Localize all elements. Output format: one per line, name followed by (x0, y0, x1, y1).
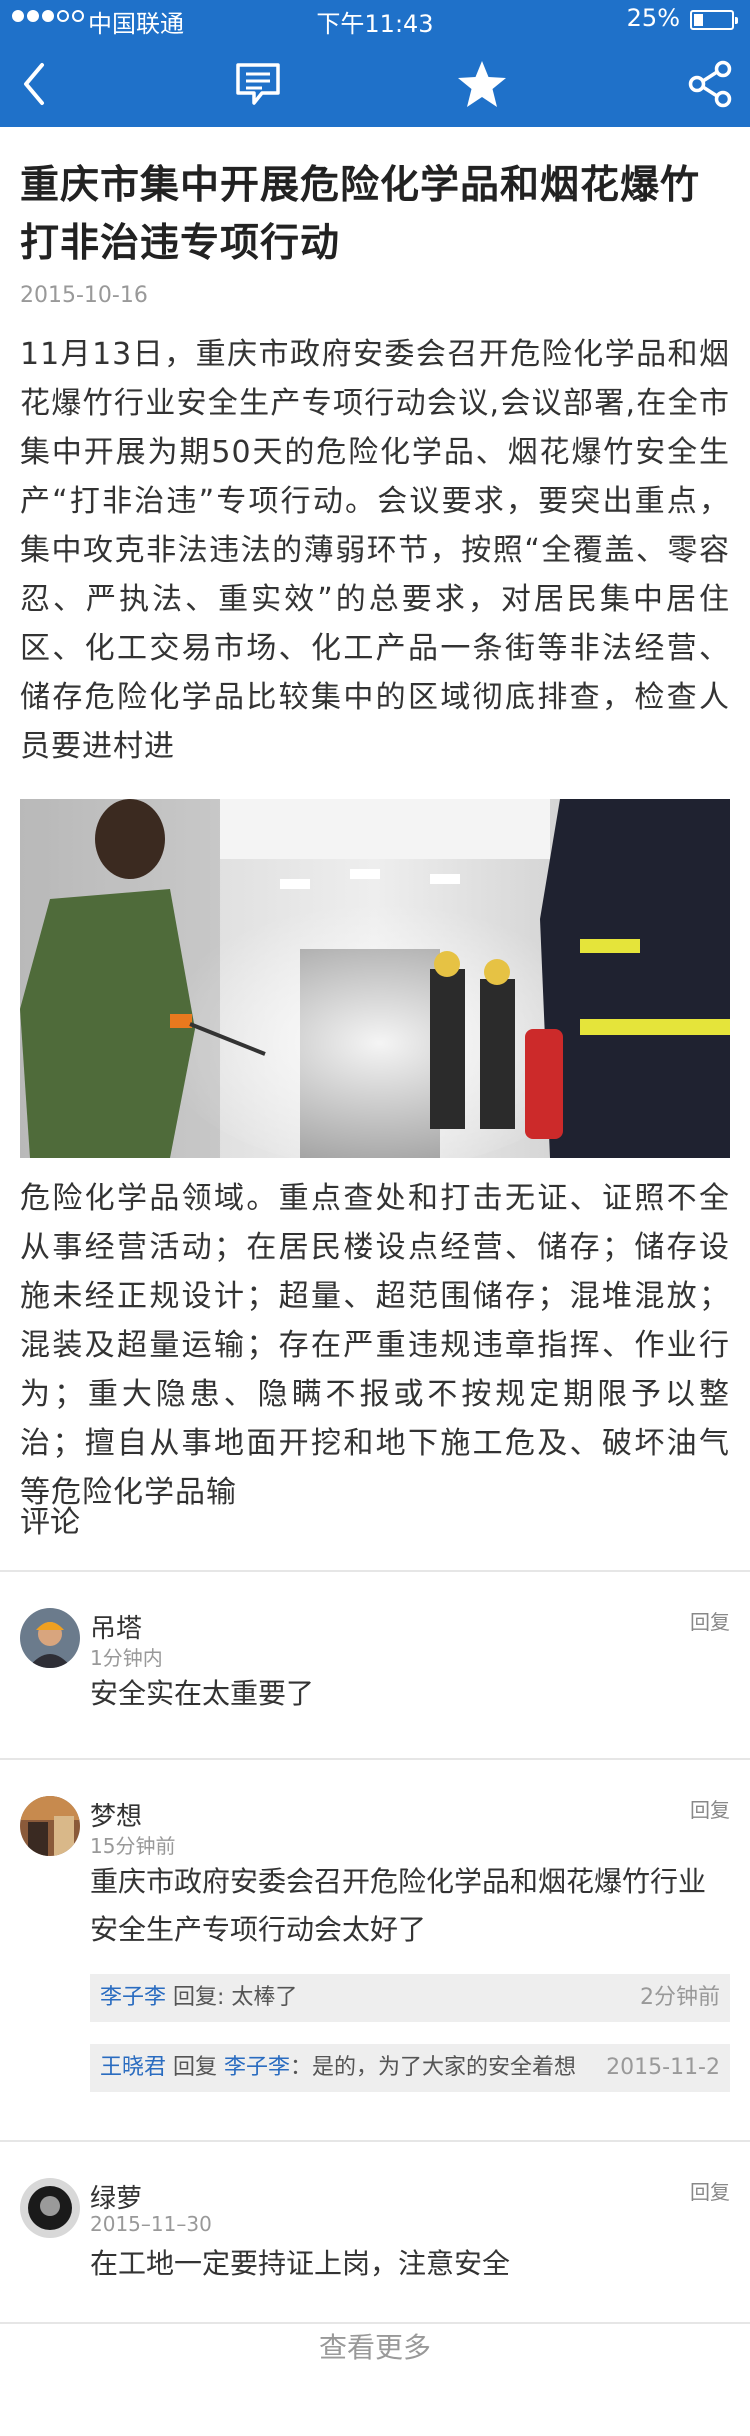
sub-reply-content: : 太棒了 (217, 1985, 298, 2010)
reply-button[interactable]: 回复 (690, 1794, 730, 1823)
article: 重庆市集中开展危险化学品和烟花爆竹打非治违专项行动 2015-10-16 11月… (20, 127, 730, 1517)
top-bar: 中国联通 下午11:43 25% (0, 0, 750, 127)
status-bar: 中国联通 下午11:43 25% (0, 0, 750, 40)
battery-icon (690, 10, 738, 30)
sub-reply[interactable]: 李子李 回复: 太棒了 2分钟前 (90, 1974, 730, 2022)
comment-time: 1分钟内 (90, 1646, 163, 1670)
comment-author[interactable]: 绿萝 (90, 2178, 142, 2215)
sub-reply-word: 回复 (173, 2055, 218, 2080)
avatar[interactable] (20, 1796, 80, 1856)
nav-bar (0, 40, 750, 127)
sub-reply-time: 2分钟前 (640, 1985, 720, 2010)
share-button[interactable] (670, 40, 750, 127)
comment-item: 绿萝 2015–11–30 回复 在工地一定要持证上岗，注意安全 (0, 2142, 750, 2328)
share-icon (688, 60, 732, 107)
article-paragraph-continued: 危险化学品领域。重点查处和打击无证、证照不全从事经营活动；在居民楼设点经营、储存… (20, 1181, 730, 1510)
comment-author[interactable]: 梦想 (90, 1796, 142, 1833)
comments-header: 评论 (20, 1505, 80, 1540)
article-date: 2015-10-16 (20, 283, 148, 308)
comment-icon (236, 62, 280, 105)
sub-reply-user[interactable]: 李子李 (100, 1985, 166, 2010)
article-photo[interactable] (20, 799, 730, 1158)
reply-button[interactable]: 回复 (690, 1606, 730, 1635)
favorite-button[interactable] (438, 40, 526, 127)
sub-reply-word: 回复 (173, 1985, 218, 2010)
divider (0, 2322, 750, 2324)
comment-text: 重庆市政府安委会召开危险化学品和烟花爆竹行业安全生产专项行动会太好了 (90, 1865, 707, 1946)
comment-item: 梦想 15分钟前 回复 重庆市政府安委会召开危险化学品和烟花爆竹行业安全生产专项… (0, 1760, 750, 2140)
comment-button[interactable] (218, 40, 298, 127)
reply-button[interactable]: 回复 (690, 2176, 730, 2205)
avatar[interactable] (20, 1608, 80, 1668)
comment-item: 吊塔 1分钟内 回复 安全实在太重要了 (0, 1572, 750, 1758)
comment-time: 15分钟前 (90, 1834, 176, 1858)
sub-reply-user[interactable]: 王晓君 (100, 2055, 166, 2080)
back-button[interactable] (0, 40, 70, 127)
sub-reply-target[interactable]: 李子李 (224, 2055, 290, 2080)
comment-author[interactable]: 吊塔 (90, 1608, 142, 1645)
sub-reply-content: ：是的，为了大家的安全着想 (290, 2055, 577, 2080)
battery-percent: 25% (626, 4, 680, 32)
comment-time: 2015–11–30 (90, 2212, 212, 2236)
comment-text: 安全实在太重要了 (90, 1677, 315, 1710)
star-icon (458, 60, 506, 107)
sub-reply[interactable]: 王晓君 回复 李子李：是的，为了大家的安全着想 2015-11-2 (90, 2044, 730, 2092)
sub-reply-time: 2015-11-2 (606, 2055, 720, 2080)
article-title: 重庆市集中开展危险化学品和烟花爆竹打非治违专项行动 (20, 163, 701, 266)
comment-text: 在工地一定要持证上岗，注意安全 (90, 2247, 511, 2280)
load-more-button[interactable]: 查看更多 (0, 2326, 750, 2366)
avatar[interactable] (20, 2178, 80, 2238)
article-paragraph: 11月13日，重庆市政府安委会召开危险化学品和烟花爆竹行业安全生产专项行动会议,… (20, 337, 730, 764)
chevron-left-icon (24, 62, 44, 105)
